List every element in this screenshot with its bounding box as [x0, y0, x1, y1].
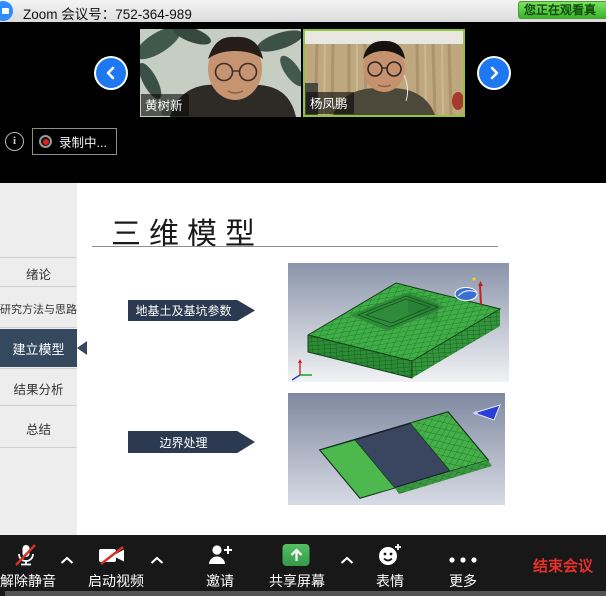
- share-screen-button[interactable]: 共享屏幕: [269, 571, 325, 591]
- sidebar-divider: [0, 257, 77, 258]
- chevron-right-icon: [479, 58, 509, 88]
- figure-soil-pit-mesh-model: [288, 263, 509, 382]
- mute-options-chevron-icon[interactable]: [60, 552, 75, 570]
- zoom-logo-icon: [0, 1, 13, 21]
- info-icon[interactable]: i: [5, 132, 24, 151]
- window-title-bar: Zoom 会议号：752-364-989 您正在观看真: [0, 0, 606, 23]
- start-video-button[interactable]: 启动视频: [88, 571, 144, 591]
- sidebar-item-methods: 研究方法与思路: [0, 301, 77, 317]
- share-screen-icon[interactable]: [283, 544, 310, 566]
- sidebar-item-intro: 绪论: [0, 264, 77, 283]
- video-thumbnail-strip: 黄树新: [0, 22, 606, 183]
- invite-person-plus-icon[interactable]: [207, 543, 233, 571]
- active-item-pointer-icon: [77, 341, 87, 355]
- invite-button[interactable]: 邀请: [206, 571, 234, 591]
- participant-video-2-active-speaker[interactable]: 杨凤鹏: [303, 29, 465, 117]
- slide-title-underline: [92, 246, 498, 247]
- participant-2-name-tag: 杨凤鹏: [306, 92, 354, 114]
- flow-label-boundary-treatment: 边界处理: [128, 431, 255, 453]
- sidebar-item-modeling-active: 建立模型: [0, 329, 77, 367]
- next-participants-button[interactable]: [477, 56, 511, 90]
- camera-off-icon[interactable]: [98, 546, 126, 571]
- more-button[interactable]: 更多: [449, 571, 477, 591]
- recording-label: 录制中...: [59, 132, 107, 151]
- emoji-plus-icon[interactable]: [377, 543, 403, 572]
- end-meeting-button[interactable]: 结束会议: [533, 555, 593, 576]
- figure-boundary-treatment-model: [288, 393, 505, 505]
- participant-1-name-tag: 黄树新: [141, 94, 189, 116]
- chevron-left-icon: [96, 58, 126, 88]
- emoji-button[interactable]: 表情: [376, 571, 404, 591]
- watching-status-button[interactable]: 您正在观看真: [518, 1, 606, 19]
- sidebar-item-results: 结果分析: [0, 379, 77, 398]
- zoom-meeting-window: Zoom 会议号：752-364-989 您正在观看真: [0, 0, 606, 596]
- sidebar-divider: [0, 327, 77, 328]
- meeting-id-label: Zoom 会议号：752-364-989: [23, 3, 192, 23]
- sidebar-item-summary: 总结: [0, 419, 77, 438]
- recording-indicator[interactable]: 录制中...: [32, 128, 117, 155]
- sidebar-divider: [0, 286, 77, 287]
- sidebar-divider: [0, 368, 77, 369]
- more-dots-icon[interactable]: [447, 551, 479, 569]
- mute-button[interactable]: 解除静音: [0, 571, 56, 591]
- taskbar-edge: [5, 591, 606, 596]
- meeting-toolbar: 解除静音 启动视频 邀请: [0, 535, 606, 596]
- slide-outline-sidebar: 绪论 研究方法与思路 建立模型 结果分析 总结: [0, 183, 77, 535]
- sidebar-divider: [0, 447, 77, 448]
- microphone-muted-icon[interactable]: [14, 543, 38, 573]
- video-options-chevron-icon[interactable]: [150, 552, 165, 570]
- share-options-chevron-icon[interactable]: [340, 552, 355, 570]
- previous-participants-button[interactable]: [94, 56, 128, 90]
- recording-dot-icon: [39, 135, 52, 148]
- sidebar-divider: [0, 405, 77, 406]
- shared-screen-slide: 绪论 研究方法与思路 建立模型 结果分析 总结 三维模型 地基土及基坑参数 边界…: [0, 183, 606, 535]
- flow-label-soil-parameters: 地基土及基坑参数: [128, 300, 255, 321]
- participant-video-1[interactable]: 黄树新: [140, 29, 301, 117]
